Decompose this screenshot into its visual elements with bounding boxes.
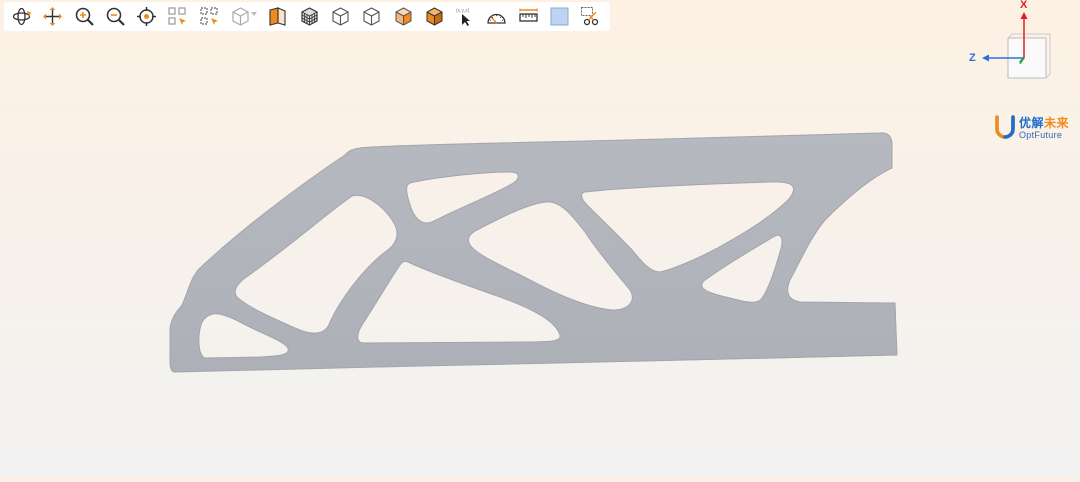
fit-view-button[interactable] [133,4,160,29]
topology-part-model[interactable] [0,0,1080,477]
fit-target-icon [137,7,157,26]
orientation-triad[interactable]: X Z [960,0,1060,90]
deselect-region-icon [200,7,218,25]
wireframe-view-icon [332,7,349,26]
logo-en-text: OptFuture [1019,129,1063,140]
angle-measure-icon [487,13,507,24]
pan-icon [43,7,63,26]
mesh-view-button[interactable] [296,4,323,29]
chevron-down-icon [251,12,258,16]
zoom-in-button[interactable] [71,4,98,29]
select-region-icon [168,7,187,25]
cut-select-icon [581,7,599,26]
select-region-button[interactable] [164,4,191,29]
shaded-view-icon [426,7,443,26]
background-color-icon [550,7,569,26]
zoom-out-button[interactable] [102,4,129,29]
hidden-line-view-icon [363,7,380,26]
svg-text:(x,y,z): (x,y,z) [456,8,470,14]
section-plane-button[interactable] [264,4,291,29]
shaded-edges-view-button[interactable] [390,4,417,29]
logo-u-mark-icon [995,115,1015,139]
pick-point-button[interactable]: (x,y,z) [452,4,479,29]
rotate-button[interactable] [8,4,35,29]
distance-measure-button[interactable] [515,4,542,29]
pick-point-icon: (x,y,z) [456,8,471,26]
deselect-region-button[interactable] [196,4,223,29]
section-plane-icon [269,7,286,26]
zoom-out-icon [106,7,125,26]
z-axis-label: Z [969,52,976,64]
view-dropdown-button[interactable] [227,4,258,29]
toolbar: (x,y,z) [4,2,610,31]
distance-measure-icon [519,8,538,22]
rotate-icon [12,7,31,26]
optfuture-logo: 优解未来 OptFuture [994,113,1074,143]
logo-cn-text: 优解未来 [1019,115,1070,130]
pan-button[interactable] [39,4,66,29]
shaded-edges-view-icon [395,7,412,26]
3d-viewport[interactable] [0,0,1080,477]
wireframe-view-button[interactable] [327,4,354,29]
mesh-view-icon [301,7,318,26]
background-color-button[interactable] [546,4,573,29]
cut-select-button[interactable] [577,4,604,29]
zoom-in-icon [75,7,94,26]
view-cube-dropdown-icon [232,7,249,26]
x-axis-label: X [1020,0,1028,11]
shaded-view-button[interactable] [421,4,448,29]
angle-measure-button[interactable] [483,4,510,29]
hidden-line-view-button[interactable] [358,4,385,29]
